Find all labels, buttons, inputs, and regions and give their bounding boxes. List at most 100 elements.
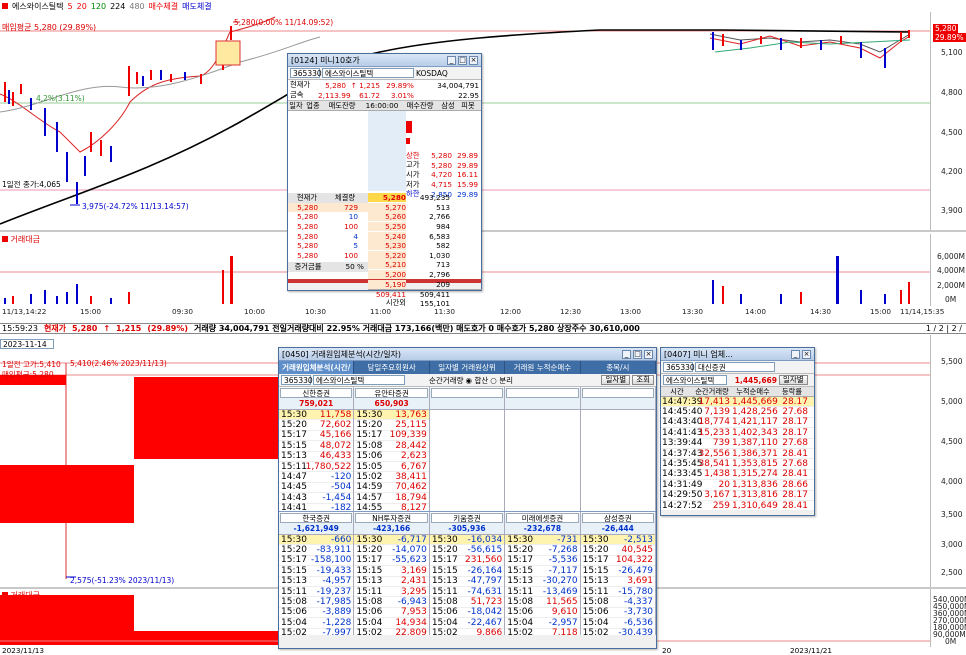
tab-analysis[interactable]: 거래원입체분석(시간/일자) <box>279 361 355 385</box>
radio-sum[interactable]: ◉ 합산 <box>466 375 489 386</box>
orderbook-titlebar[interactable]: [0124] 미니10호가 _ □ × <box>288 54 481 67</box>
row-time: 15:06 <box>356 607 383 618</box>
daishin-row: 14:41:43 15,233 1,402,343 28.17 <box>661 428 814 439</box>
row-time: 15:02 <box>582 628 609 635</box>
status-rate: (29.89%) <box>147 324 188 333</box>
broker-name[interactable]: 키움증권 <box>430 513 504 523</box>
bid-price[interactable]: 5,190 <box>368 279 406 289</box>
tick-qty: 5 <box>353 241 358 251</box>
broker-column: 신한증권 759,021 15:30 11,758 15:20 72,602 15:17 45… <box>279 387 355 511</box>
time-tick: 14:00 <box>745 307 767 316</box>
row-time: 15:15 <box>431 565 458 576</box>
tab-daily-top[interactable]: 일자별 거래원상위 <box>430 361 506 374</box>
close-icon[interactable]: × <box>644 349 653 359</box>
daishin-titlebar[interactable]: [0407] 미니 업체... _ × <box>661 348 814 361</box>
daishin-daily-button[interactable]: 일자별 <box>779 375 808 385</box>
daishin-code[interactable]: 365330 <box>663 362 695 372</box>
bid-price[interactable]: 5,240 <box>368 231 406 241</box>
broker-name[interactable] <box>506 388 579 398</box>
broker-column: 키움증권 -305,936 15:30 -16,034 15:20 -56,615 15:1… <box>429 512 506 635</box>
name-display[interactable]: 에스와이스틸텍 <box>322 68 414 78</box>
broker-titlebar[interactable]: [0450] 거래원입체분석(시간/일자) _ □ × <box>279 348 656 361</box>
broker-row: 15:11 -13,469 <box>505 587 580 598</box>
broker-column-header: 미래에셋증권 -232,678 <box>505 513 580 535</box>
period-date[interactable]: 2023-11-14 <box>0 339 54 349</box>
tick-price: 5,280 <box>297 212 318 222</box>
bid-price[interactable]: 5,280 <box>368 193 406 203</box>
code-input[interactable]: 365330 <box>290 68 322 78</box>
broker-name[interactable]: 한국증권 <box>280 513 353 523</box>
minimize-icon[interactable]: _ <box>622 349 631 359</box>
bid-price[interactable]: 5,200 <box>368 270 406 280</box>
daishin-window[interactable]: [0407] 미니 업체... _ × 365330 대신증권 에스와이스틸텍 1… <box>660 347 815 516</box>
row-time: 15:11 <box>356 586 383 597</box>
broker-name[interactable]: 삼성증권 <box>581 513 655 523</box>
bid-price[interactable]: 5,210 <box>368 260 406 270</box>
query-button[interactable]: 조회 <box>632 375 654 385</box>
tab-stock[interactable]: 종목/시 <box>581 361 657 374</box>
broker-name[interactable]: 신한증권 <box>280 388 353 398</box>
minimize-icon[interactable]: _ <box>791 349 800 359</box>
row-value: -26,479 <box>618 565 654 576</box>
row-time: 15:04 <box>582 617 609 628</box>
tick-row: 5,280 729 <box>288 202 368 213</box>
broker-row: 15:04 -1,228 <box>279 618 354 629</box>
minimize-icon[interactable]: _ <box>447 55 456 65</box>
broker-name-display[interactable]: 에스와이스틸텍 <box>313 375 405 385</box>
axis-tick: 4,800 <box>941 88 963 97</box>
radio-split[interactable]: ○ 분리 <box>490 375 513 386</box>
row-value: -22,467 <box>467 617 503 628</box>
daily-button[interactable]: 일자별 <box>601 375 631 385</box>
hdr-cell[interactable]: 삼성 <box>438 101 458 111</box>
maximize-icon[interactable]: □ <box>458 55 467 65</box>
price-tag-value: 5,280 <box>933 24 959 33</box>
maximize-icon[interactable]: □ <box>633 349 642 359</box>
broker-name[interactable]: NH투자증권 <box>355 513 428 523</box>
incr-value[interactable]: 50 % <box>328 262 364 271</box>
row-time: 15:15 <box>281 440 307 451</box>
broker-name[interactable]: 유안타증권 <box>355 388 428 398</box>
broker-row: 15:30 -16,034 <box>429 534 505 546</box>
broker-name[interactable] <box>581 388 655 398</box>
axis-tick: 0M <box>945 637 957 646</box>
bid-price[interactable]: 5,230 <box>368 241 406 251</box>
hdr-cell[interactable]: 피봇 <box>458 101 478 111</box>
bid-price[interactable]: 5,260 <box>368 212 406 222</box>
broker-row: 15:17 -55,623 <box>354 555 429 567</box>
broker-row: 15:08 28,442 <box>354 441 429 452</box>
broker-code-input[interactable]: 365330 <box>281 375 313 385</box>
broker-row: 15:05 6,767 <box>354 462 429 473</box>
bid-price[interactable]: 5,270 <box>368 202 406 212</box>
tick-qty: 100 <box>344 222 358 232</box>
broker-name[interactable] <box>430 388 504 398</box>
hdr-cell[interactable]: 업종 <box>304 101 322 111</box>
daishin-cell: 1,310,649 <box>732 500 778 511</box>
bid-price[interactable]: 5,220 <box>368 250 406 260</box>
close-icon[interactable]: × <box>469 55 478 65</box>
tab-cumulative[interactable]: 거래원 누적순매수 <box>505 361 581 374</box>
radio-sum-label: 합산 <box>474 375 489 385</box>
broker-row: 14:43 -1,454 <box>279 493 354 504</box>
daishin-cell: 259 <box>712 500 730 511</box>
orderbook-window[interactable]: [0124] 미니10호가 _ □ × 365330 에스와이스틸텍 KOSDAQ … <box>287 53 482 308</box>
daishin-cell: 28.41 <box>782 469 808 480</box>
close-icon[interactable]: × <box>802 349 811 359</box>
hdr-cell[interactable]: 일자 <box>288 101 304 111</box>
status-page[interactable]: 1 / 2 | 2 / <box>926 324 966 333</box>
upper-chart-panel[interactable]: 에스와이스틸텍 5 20 120 224 480 매수체결 매도체결 매입평균 … <box>0 0 966 323</box>
broker-window[interactable]: [0450] 거래원입체분석(시간/일자) _□× 거래원입체분석(시간/일자)… <box>278 347 657 649</box>
daishin-cell: 1,386,371 <box>732 448 778 459</box>
row-time: 14:59 <box>356 482 383 493</box>
broker-name[interactable]: 미래에셋증권 <box>506 513 579 523</box>
tab-main-members[interactable]: 당일주요회원사 <box>354 361 430 374</box>
bid-price[interactable]: 5,250 <box>368 222 406 232</box>
daishin-broker[interactable]: 대신증권 <box>695 362 775 372</box>
lower-period-bar[interactable]: 2023-11-14 <box>0 339 54 349</box>
row-time: 15:06 <box>507 607 534 618</box>
row-value: -16,034 <box>467 534 503 545</box>
daishin-name[interactable]: 에스와이스틸텍 <box>663 375 727 385</box>
daishin-cell: 28.41 <box>782 448 808 459</box>
status-arrow: ↑ <box>103 324 111 333</box>
broker-row: 15:02 -30,439 <box>581 628 655 635</box>
broker-row: 15:20 25,115 <box>354 420 429 431</box>
